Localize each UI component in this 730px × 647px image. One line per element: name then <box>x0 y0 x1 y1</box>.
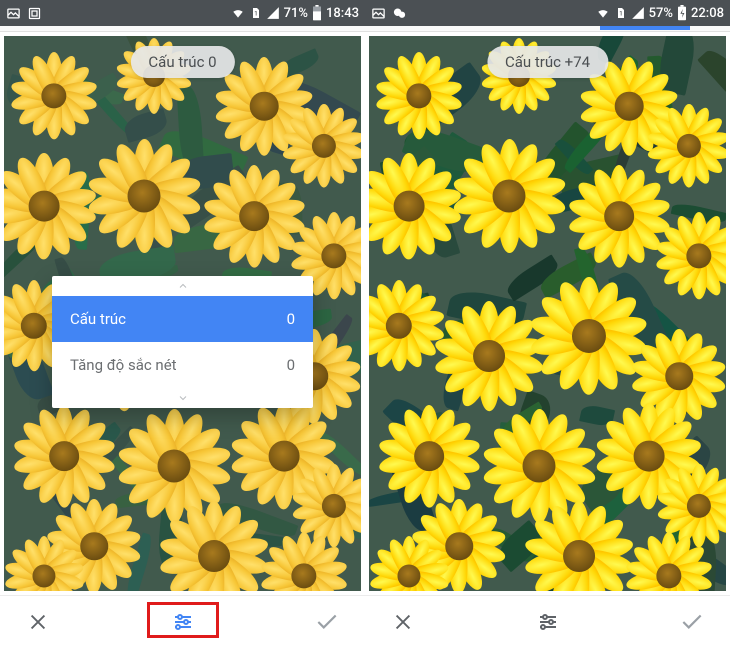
status-bar: 1 71% 18:43 <box>0 0 365 26</box>
battery-icon <box>312 5 322 21</box>
sliders-button[interactable] <box>526 600 570 644</box>
gallery-icon <box>6 6 21 21</box>
svg-text:1: 1 <box>254 11 257 18</box>
svg-text:1: 1 <box>619 11 622 18</box>
signal-icon <box>631 6 645 20</box>
adjustment-badge: Cấu trúc +74 <box>487 46 608 78</box>
wifi-icon <box>595 6 611 20</box>
adjust-row-structure[interactable]: Cấu trúc 0 <box>52 296 313 342</box>
sliders-button[interactable] <box>161 600 205 644</box>
clock-text: 18:43 <box>326 6 359 21</box>
adjustment-panel[interactable]: Cấu trúc 0 Tăng độ sắc nét 0 <box>52 276 313 408</box>
bottom-toolbar <box>0 595 365 647</box>
sim-icon: 1 <box>615 6 627 20</box>
status-bar: 1 57% 22:08 <box>365 0 730 26</box>
chevron-down-icon <box>52 388 313 408</box>
adjust-row-label: Tăng độ sắc nét <box>70 356 177 374</box>
editor-canvas-wrap: Cấu trúc +74 <box>365 32 730 595</box>
battery-charging-icon <box>677 5 687 21</box>
clock-text: 22:08 <box>691 6 724 21</box>
gallery-icon <box>371 6 386 21</box>
cancel-button[interactable] <box>381 600 425 644</box>
adjust-row-value: 0 <box>287 356 295 374</box>
wifi-icon <box>230 6 246 20</box>
apply-button[interactable] <box>305 600 349 644</box>
chevron-up-icon <box>52 276 313 296</box>
adjustment-badge-text: Cấu trúc +74 <box>505 53 590 71</box>
adjust-row-value: 0 <box>287 310 295 328</box>
adjustment-badge: Cấu trúc 0 <box>130 46 234 78</box>
adjust-row-sharpen[interactable]: Tăng độ sắc nét 0 <box>52 342 313 388</box>
bottom-toolbar <box>365 595 730 647</box>
wechat-icon <box>392 6 407 21</box>
editor-canvas-wrap: Cấu trúc 0 Cấu trúc 0 Tăng độ sắc nét 0 <box>0 32 365 595</box>
phone-right: 1 57% 22:08 Cấu trúc +74 <box>365 0 730 647</box>
sim-icon: 1 <box>250 6 262 20</box>
signal-icon <box>266 6 280 20</box>
battery-percent: 71% <box>284 6 308 21</box>
active-top-tab <box>600 26 690 30</box>
cancel-button[interactable] <box>16 600 60 644</box>
adjustment-badge-text: Cấu trúc 0 <box>148 53 216 71</box>
phone-left: 1 71% 18:43 Cấu trúc 0 Cấu trúc 0 <box>0 0 365 647</box>
editor-canvas[interactable] <box>369 36 726 591</box>
adjust-row-label: Cấu trúc <box>70 310 126 328</box>
battery-percent: 57% <box>649 6 673 21</box>
apply-button[interactable] <box>670 600 714 644</box>
screenshot-icon <box>27 6 42 21</box>
